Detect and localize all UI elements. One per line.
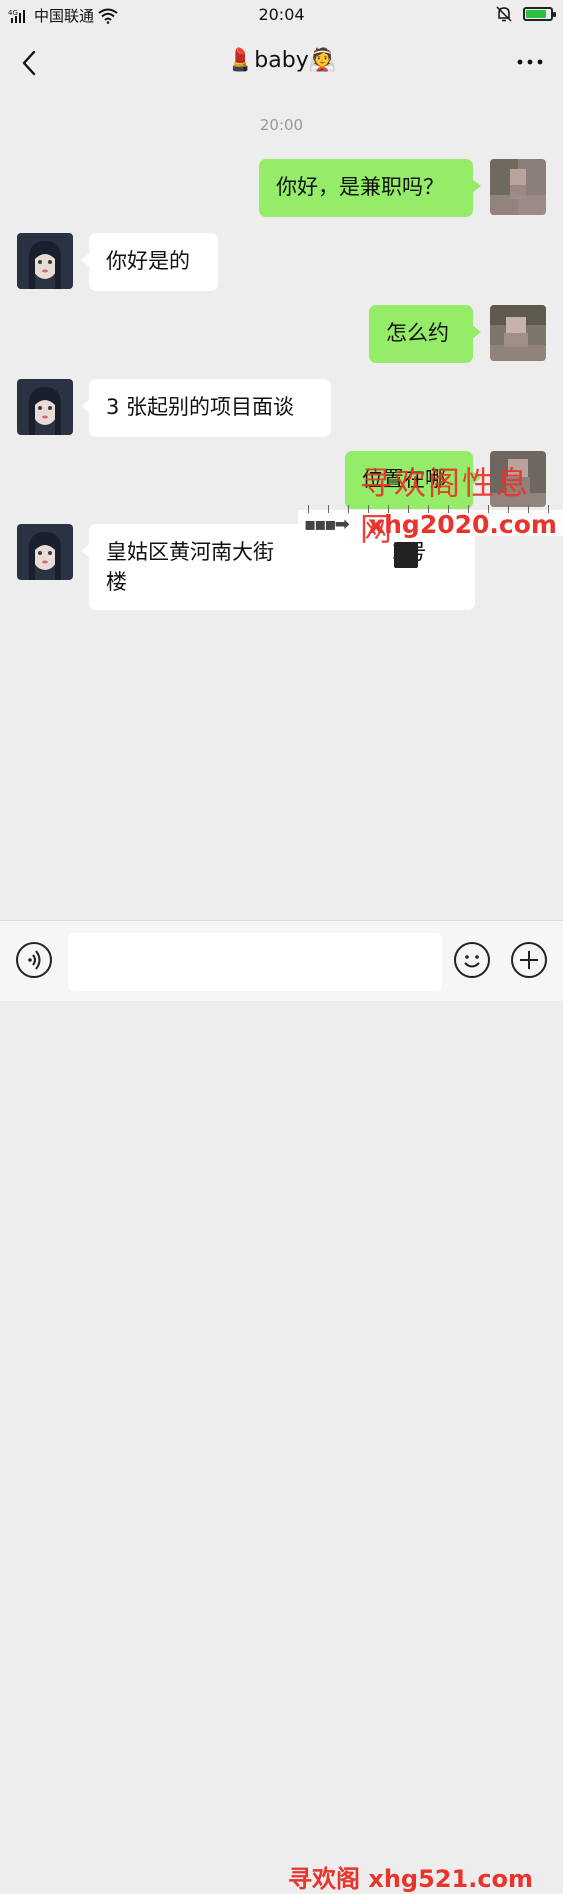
emoji-button[interactable] xyxy=(454,942,490,978)
arrow-right-icon: ▪▪▪➡ xyxy=(304,514,350,535)
message-text: 3 张起别的项目面谈 xyxy=(106,395,295,419)
contact-avatar-image xyxy=(17,379,73,435)
emoji-icon xyxy=(464,955,480,968)
chat-title: 💄baby👰 xyxy=(226,48,337,73)
message-text-line: 楼 xyxy=(106,570,127,594)
avatar-contact[interactable] xyxy=(17,233,73,289)
more-functions-button[interactable] xyxy=(511,942,547,978)
avatar-self[interactable] xyxy=(490,305,546,361)
message-bubble-incoming[interactable]: 3 张起别的项目面谈 xyxy=(81,379,331,437)
watermark-url: xhg2020.com xyxy=(368,510,557,539)
avatar-contact[interactable] xyxy=(17,379,73,435)
message-bubble-incoming[interactable]: 你好是的 xyxy=(81,233,218,291)
battery-level-fill xyxy=(526,10,546,18)
more-button[interactable] xyxy=(515,50,545,74)
voice-icon xyxy=(28,950,41,970)
plus-icon xyxy=(520,951,538,969)
self-avatar-image xyxy=(490,305,546,361)
message-text: 你好，是兼职吗？ xyxy=(276,175,444,199)
contact-avatar-image xyxy=(17,524,73,580)
status-right xyxy=(495,5,556,23)
more-dots-icon xyxy=(517,59,543,65)
message-text-part: 皇姑区黄河南大街 xyxy=(106,540,274,564)
redaction-mark xyxy=(394,542,418,568)
message-bubble-outgoing[interactable]: 你好，是兼职吗？ xyxy=(259,159,481,217)
message-text: 你好是的 xyxy=(106,249,190,273)
contact-avatar-image xyxy=(17,233,73,289)
avatar-contact[interactable] xyxy=(17,524,73,580)
message-input[interactable] xyxy=(68,933,442,991)
self-avatar-image xyxy=(490,159,546,215)
chat-header: 💄baby👰 xyxy=(0,30,563,96)
battery-charging-icon xyxy=(523,7,556,21)
bell-muted-icon xyxy=(496,6,512,22)
message-bubble-outgoing[interactable]: 怎么约 xyxy=(369,305,481,363)
message-text: 怎么约 xyxy=(386,321,449,345)
status-time: 20:04 xyxy=(258,5,305,24)
watermark-overlay: ▪▪▪➡ 寻欢阁性息网 xhg2020.com xyxy=(298,450,563,548)
watermark-bottom: 寻欢阁 xhg521.com xyxy=(288,1865,534,1893)
input-bar: 寻欢阁 xhg521.com xyxy=(0,920,563,1893)
status-bar: 4G 中国联通 20:04 xyxy=(0,0,563,30)
message-timestamp: 20:00 xyxy=(259,116,304,134)
avatar-self[interactable] xyxy=(490,159,546,215)
voice-button[interactable] xyxy=(16,942,52,978)
